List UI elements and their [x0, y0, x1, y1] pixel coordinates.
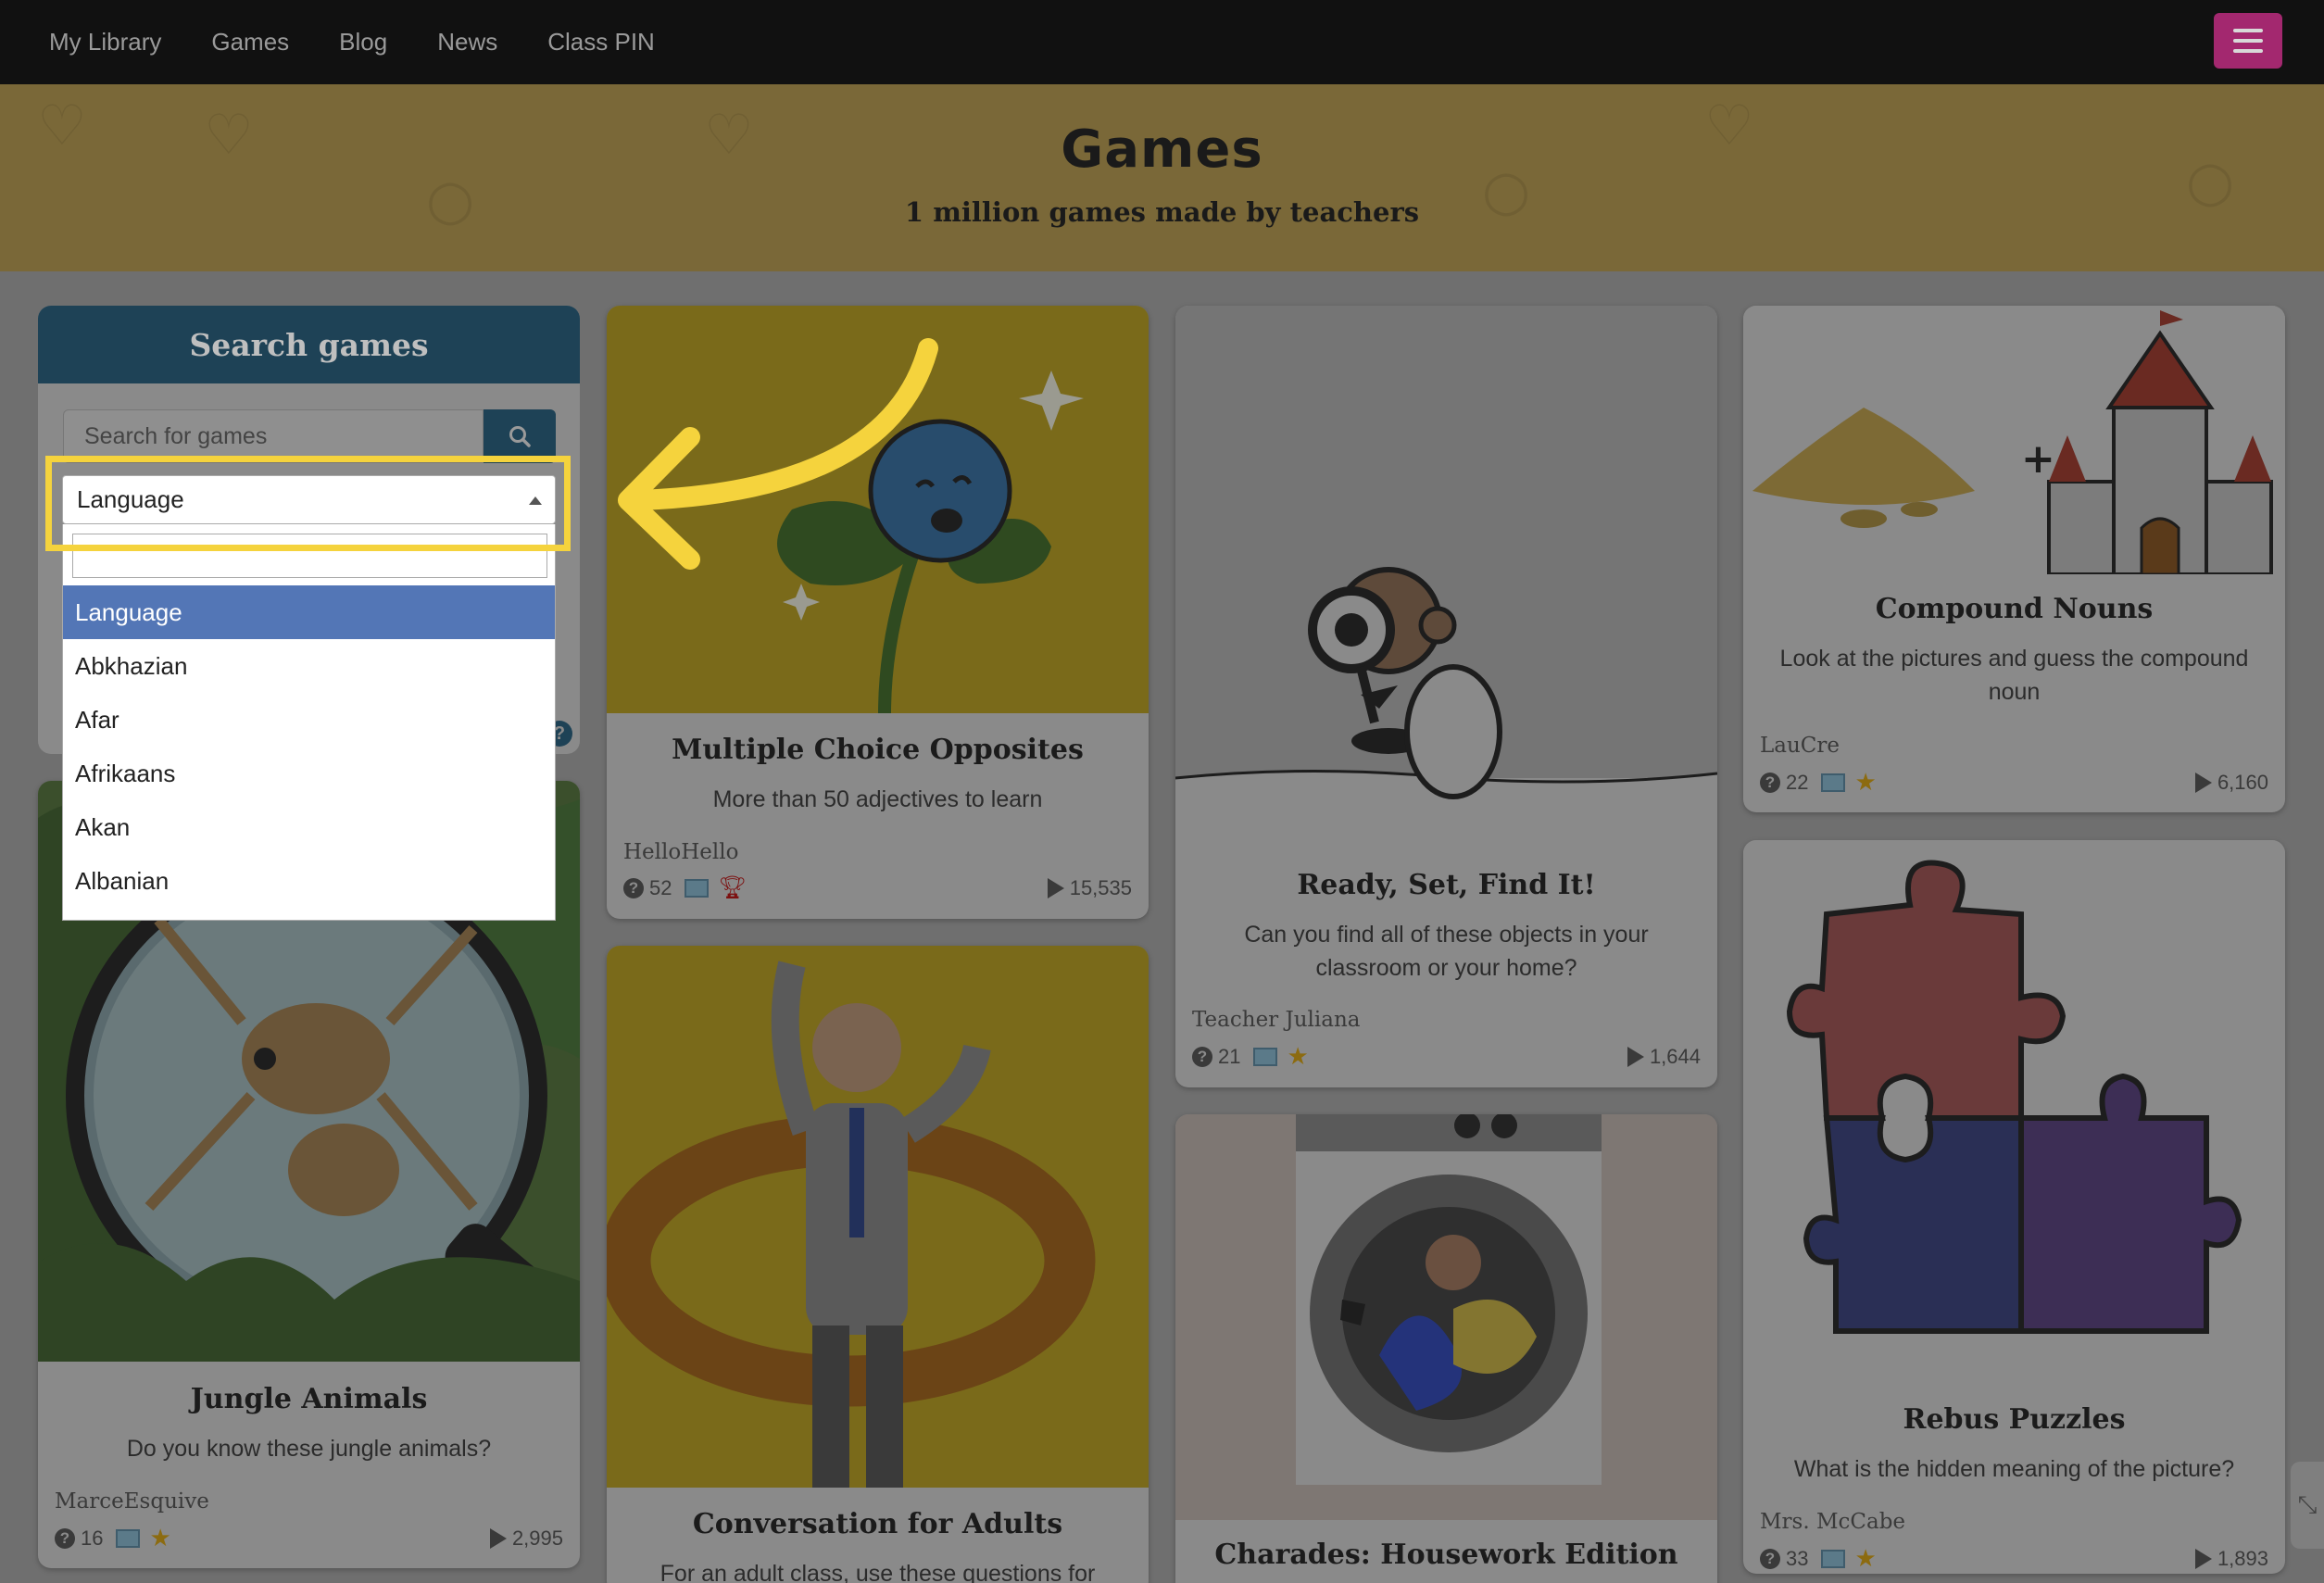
- card-author[interactable]: HelloHello: [623, 840, 738, 864]
- page-title: Games: [1061, 119, 1263, 180]
- play-count: 6,160: [2217, 770, 2268, 794]
- question-count: 22: [1786, 770, 1809, 794]
- nav-games[interactable]: Games: [211, 28, 289, 57]
- question-icon: ?: [1760, 772, 1780, 793]
- game-card-rebus-puzzles[interactable]: Rebus Puzzles What is the hidden meaning…: [1743, 840, 2285, 1574]
- question-icon: ?: [1760, 1548, 1780, 1569]
- option-language[interactable]: Language: [63, 585, 555, 639]
- hamburger-menu-icon[interactable]: [2214, 13, 2282, 69]
- option-afar[interactable]: Afar: [63, 693, 555, 747]
- image-icon: [1821, 1549, 1846, 1568]
- game-card-ready-set-find-it[interactable]: Ready, Set, Find It! Can you find all of…: [1175, 306, 1717, 1087]
- page-subtitle: 1 million games made by teachers: [904, 196, 1420, 228]
- question-icon: ?: [623, 877, 644, 898]
- question-icon: ?: [1192, 1046, 1212, 1067]
- card-description: More than 50 adjectives to learn: [712, 786, 1043, 812]
- star-icon: ★: [1287, 1042, 1309, 1070]
- star-icon: ★: [1854, 1544, 1877, 1572]
- play-count: 1,893: [2217, 1546, 2268, 1570]
- play-count: 2,995: [511, 1526, 563, 1550]
- card-image: [1175, 1114, 1717, 1520]
- trophy-icon: 🏆︎: [718, 875, 747, 900]
- card-title[interactable]: Jungle Animals: [38, 1383, 580, 1415]
- play-count: 1,644: [1649, 1044, 1701, 1068]
- card-meta: ? 52 🏆︎ 15,535: [623, 874, 1132, 901]
- card-description: Do you know these jungle animals?: [126, 1436, 492, 1462]
- card-meta: ? 22 ★ 6,160: [1760, 768, 2268, 797]
- top-navigation: My Library Games Blog News Class PIN: [0, 0, 2324, 84]
- card-description: For an adult class, use these questions …: [660, 1561, 1096, 1583]
- svg-text:+: +: [2021, 435, 2055, 483]
- card-title[interactable]: Compound Nouns: [1743, 593, 2285, 625]
- card-meta: ? 21 ★ 1,644: [1192, 1042, 1701, 1071]
- card-author[interactable]: Mrs. McCabe: [1760, 1510, 1905, 1534]
- option-abkhazian[interactable]: Abkhazian: [63, 639, 555, 693]
- card-author[interactable]: MarceEsquive: [55, 1489, 209, 1514]
- highlight-box: [45, 456, 571, 551]
- dropdown-options: Language Abkhazian Afar Afrikaans Akan A…: [63, 585, 555, 908]
- option-afrikaans[interactable]: Afrikaans: [63, 747, 555, 800]
- play-icon: [1047, 877, 1064, 898]
- card-image: +: [1743, 306, 2285, 574]
- arrow-annotation: [618, 338, 938, 570]
- option-akan[interactable]: Akan: [63, 800, 555, 854]
- nav-blog[interactable]: Blog: [339, 28, 387, 57]
- star-icon: ★: [149, 1524, 171, 1552]
- star-icon: ★: [1854, 768, 1877, 796]
- card-title[interactable]: Charades: Housework Edition: [1175, 1539, 1717, 1571]
- option-albanian[interactable]: Albanian: [63, 854, 555, 908]
- card-description: Look at the pictures and guess the compo…: [1779, 646, 2249, 705]
- side-handle-icon[interactable]: ⤡: [2291, 1462, 2324, 1549]
- card-title[interactable]: Multiple Choice Opposites: [607, 734, 1149, 766]
- language-dropdown: Language Abkhazian Afar Afrikaans Akan A…: [62, 524, 556, 921]
- game-card-conversation-for-adults[interactable]: Conversation for Adults For an adult cla…: [607, 946, 1149, 1583]
- card-meta: ? 16 ★ 2,995: [55, 1524, 563, 1552]
- game-card-compound-nouns[interactable]: + Compound Nouns Look at the pictures an…: [1743, 306, 2285, 812]
- image-icon: [685, 878, 710, 898]
- play-count: 15,535: [1069, 875, 1132, 899]
- card-image: [607, 946, 1149, 1488]
- question-count: 16: [81, 1526, 104, 1550]
- card-description: Can you find all of these objects in you…: [1244, 922, 1649, 981]
- question-count: 33: [1786, 1546, 1809, 1570]
- nav-news[interactable]: News: [437, 28, 497, 57]
- play-icon: [2194, 772, 2212, 793]
- card-description: What is the hidden meaning of the pictur…: [1793, 1456, 2235, 1482]
- nav-class-pin[interactable]: Class PIN: [547, 28, 655, 57]
- game-card-charades-housework[interactable]: Charades: Housework Edition: [1175, 1114, 1717, 1583]
- play-icon: [1627, 1046, 1644, 1067]
- image-icon: [1253, 1047, 1278, 1066]
- search-heading: Search games: [38, 306, 580, 383]
- image-icon: [1821, 773, 1846, 792]
- card-meta: ? 33 ★ 1,893: [1760, 1544, 2268, 1573]
- hero-banner: ♡ ♡ ○ ♡ ○ ♡ ○ Games 1 million games made…: [0, 84, 2324, 271]
- play-icon: [2194, 1548, 2212, 1569]
- question-icon: ?: [55, 1527, 75, 1549]
- play-icon: [489, 1527, 507, 1549]
- card-author[interactable]: LauCre: [1760, 734, 1840, 758]
- question-count: 52: [649, 875, 672, 899]
- card-title[interactable]: Ready, Set, Find It!: [1175, 869, 1717, 901]
- card-image: [1175, 306, 1717, 861]
- card-title[interactable]: Conversation for Adults: [607, 1508, 1149, 1540]
- question-count: 21: [1218, 1044, 1241, 1068]
- card-image: [1743, 840, 2285, 1359]
- card-author[interactable]: Teacher Juliana: [1192, 1008, 1360, 1032]
- card-title[interactable]: Rebus Puzzles: [1743, 1403, 2285, 1436]
- image-icon: [116, 1528, 141, 1548]
- search-icon: [509, 426, 531, 447]
- nav-my-library[interactable]: My Library: [49, 28, 161, 57]
